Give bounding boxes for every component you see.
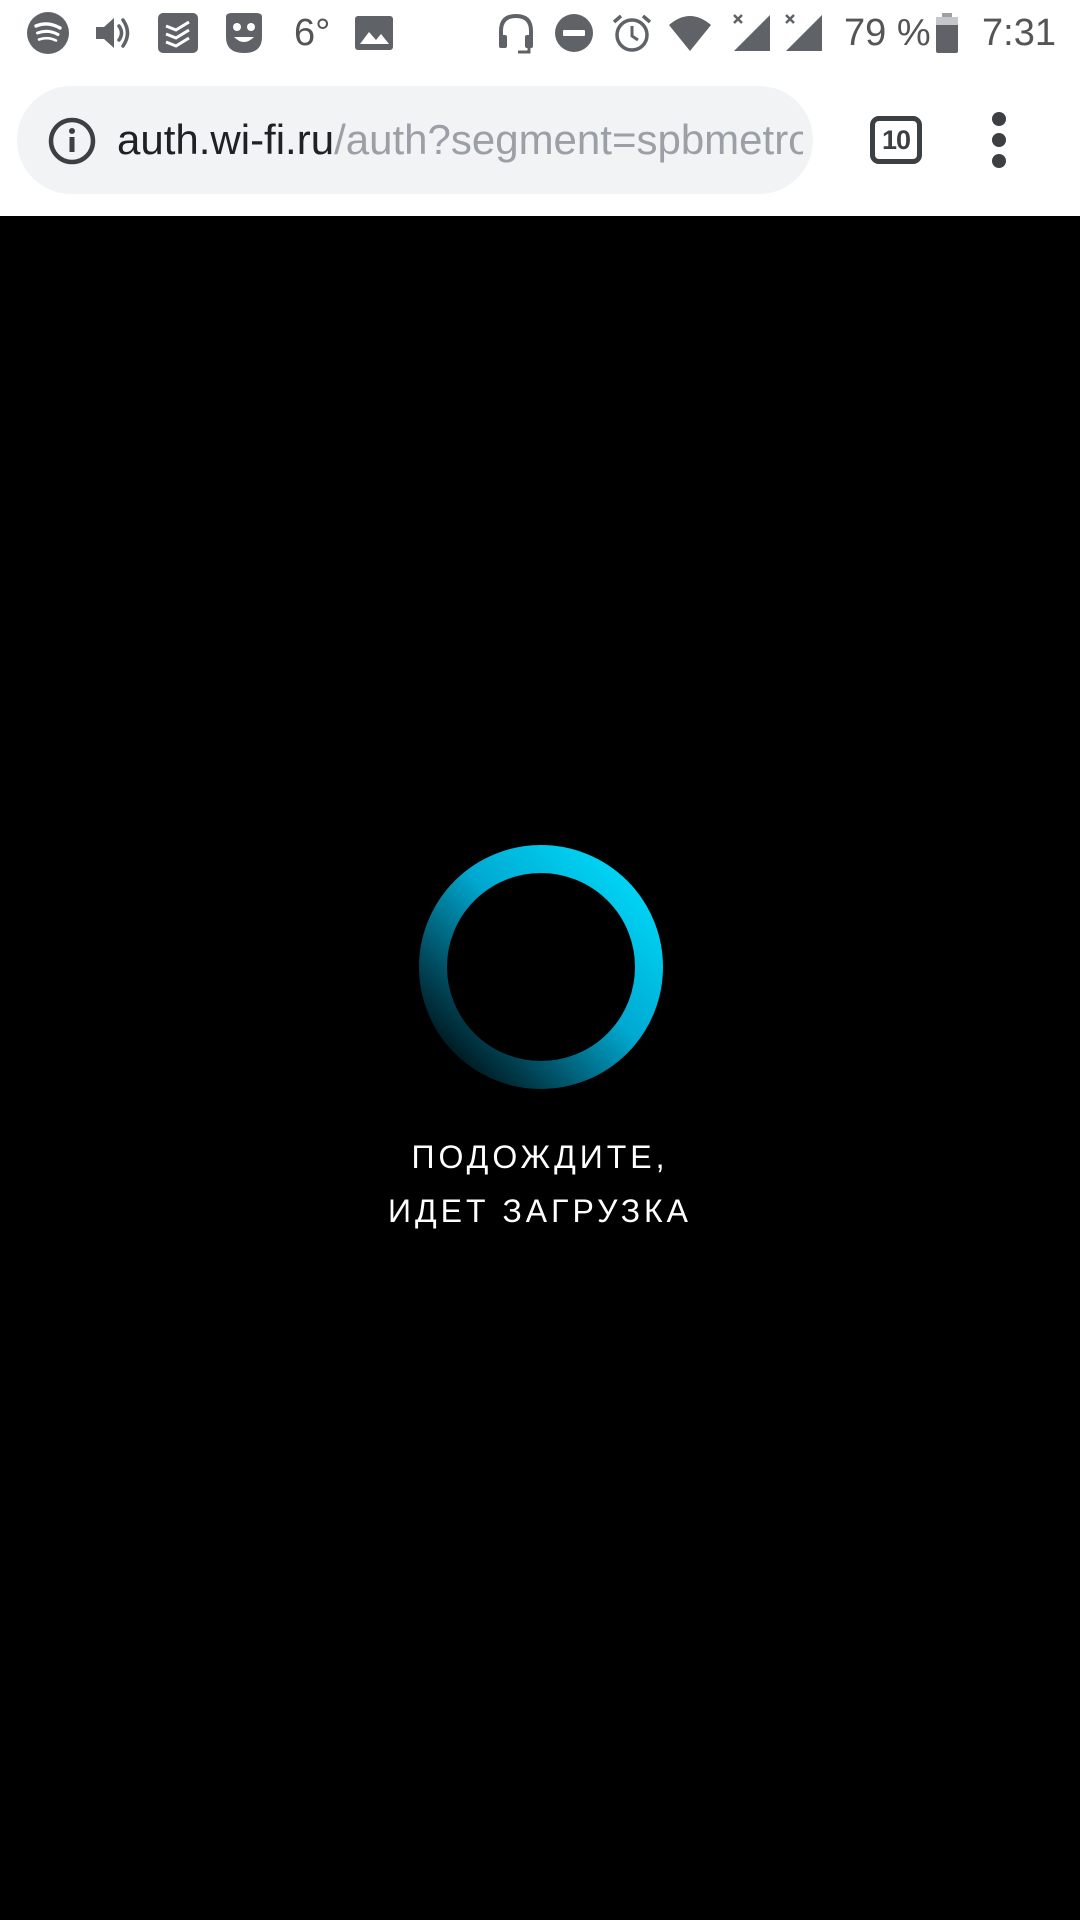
signal-icon <box>730 11 774 55</box>
temperature-text: 6° <box>294 12 331 54</box>
app-face-icon <box>222 11 266 55</box>
info-icon[interactable] <box>47 116 97 166</box>
clock-time: 7:31 <box>982 12 1056 54</box>
url-path: /auth?segment=spbmetro <box>334 116 803 163</box>
page-content: ПОДОЖДИТЕ, ИДЕТ ЗАГРУЗКА <box>0 216 1080 1920</box>
battery-icon <box>934 11 960 55</box>
volume-icon <box>90 11 134 55</box>
headset-icon <box>494 11 538 55</box>
signal-icon <box>782 11 826 55</box>
spotify-icon <box>26 11 70 55</box>
browser-toolbar: auth.wi-fi.ru/auth?segment=spbmetro 10 <box>0 66 1080 216</box>
url-host: auth.wi-fi.ru <box>117 116 335 163</box>
loading-spinner <box>418 844 664 1090</box>
image-icon <box>352 11 396 55</box>
tab-switcher-button[interactable]: 10 <box>870 116 922 164</box>
status-bar: 6° 79 % 7:31 <box>0 0 1080 66</box>
todoist-icon <box>156 11 200 55</box>
more-vert-icon[interactable] <box>985 112 1015 168</box>
wifi-icon <box>668 11 712 55</box>
loading-line-1: ПОДОЖДИТЕ, <box>411 1139 669 1175</box>
address-bar[interactable]: auth.wi-fi.ru/auth?segment=spbmetro <box>17 86 813 194</box>
battery-percent-text: 79 % <box>844 12 931 54</box>
loading-message: ПОДОЖДИТЕ, ИДЕТ ЗАГРУЗКА <box>240 1130 840 1238</box>
url-text[interactable]: auth.wi-fi.ru/auth?segment=spbmetro <box>117 86 803 194</box>
do-not-disturb-icon <box>552 11 596 55</box>
loading-line-2: ИДЕТ ЗАГРУЗКА <box>387 1193 693 1229</box>
alarm-icon <box>610 11 654 55</box>
